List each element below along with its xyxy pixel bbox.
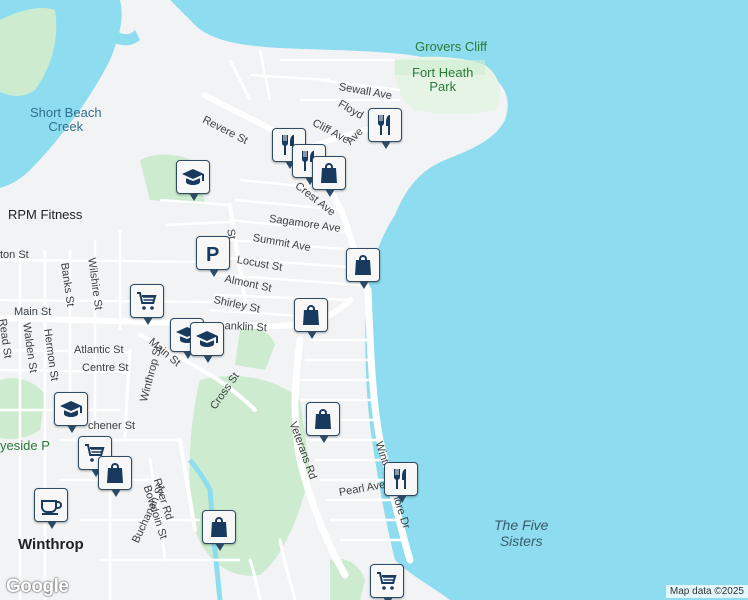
map-marker-restaurant-fort-heath[interactable] — [368, 108, 402, 149]
fork-knife-icon — [373, 113, 397, 137]
map-marker-grocery-south[interactable] — [370, 564, 404, 600]
shopping-bag-icon — [207, 515, 231, 539]
graduation-cap-icon — [59, 397, 83, 421]
map-marker-restaurant-pearl[interactable] — [384, 462, 418, 503]
map-marker-cafe-winthrop[interactable] — [34, 488, 68, 529]
map-marker-shop-locust[interactable] — [346, 248, 380, 289]
parking-icon: P — [201, 241, 225, 265]
label-franklin-st: anklin St — [224, 320, 268, 335]
shopping-cart-icon — [135, 289, 159, 313]
shopping-bag-icon — [103, 461, 127, 485]
label-chener-st: chener St — [88, 420, 136, 432]
fork-knife-icon — [389, 467, 413, 491]
map-marker-shop-veterans[interactable] — [306, 402, 340, 443]
google-logo: Google — [6, 576, 69, 597]
map-marker-parking-center[interactable]: P — [196, 236, 230, 277]
label-short-beach-creek: Short Beach Creek — [30, 105, 102, 134]
shopping-cart-icon — [375, 569, 399, 593]
label-seaside-park: yeside P — [0, 438, 50, 453]
coffee-cup-icon — [39, 493, 63, 517]
shopping-bag-icon — [299, 303, 323, 327]
map-marker-shop-west[interactable] — [98, 456, 132, 497]
label-fort-heath-park: Fort Heath Park — [412, 65, 474, 94]
shopping-bag-icon — [317, 161, 341, 185]
label-five-sisters: The Five Sisters — [494, 517, 549, 549]
map-canvas[interactable]: Short Beach Creek Grovers Cliff Fort Hea… — [0, 0, 748, 600]
label-atlantic-st: Atlantic St — [74, 344, 124, 356]
map-marker-school-west[interactable] — [54, 392, 88, 433]
label-rpm-fitness: RPM Fitness — [8, 207, 83, 222]
label-winthrop: Winthrop — [18, 536, 84, 553]
svg-text:P: P — [206, 244, 219, 265]
shopping-bag-icon — [311, 407, 335, 431]
label-ton-st: ton St — [0, 249, 29, 261]
map-attribution[interactable]: Map data ©2025 — [665, 585, 748, 598]
map-marker-school-north[interactable] — [176, 160, 210, 201]
map-marker-grocery-center[interactable] — [130, 284, 164, 325]
label-main-st-west: Main St — [14, 306, 52, 318]
label-grovers-cliff: Grovers Cliff — [415, 39, 487, 54]
graduation-cap-icon — [181, 165, 205, 189]
graduation-cap-icon — [195, 327, 219, 351]
shopping-bag-icon — [351, 253, 375, 277]
label-centre-st: Centre St — [82, 362, 129, 374]
map-marker-shop-crest[interactable] — [312, 156, 346, 197]
map-marker-shop-south[interactable] — [202, 510, 236, 551]
map-marker-shop-shirley[interactable] — [294, 298, 328, 339]
map-marker-school-main-2[interactable] — [190, 322, 224, 363]
